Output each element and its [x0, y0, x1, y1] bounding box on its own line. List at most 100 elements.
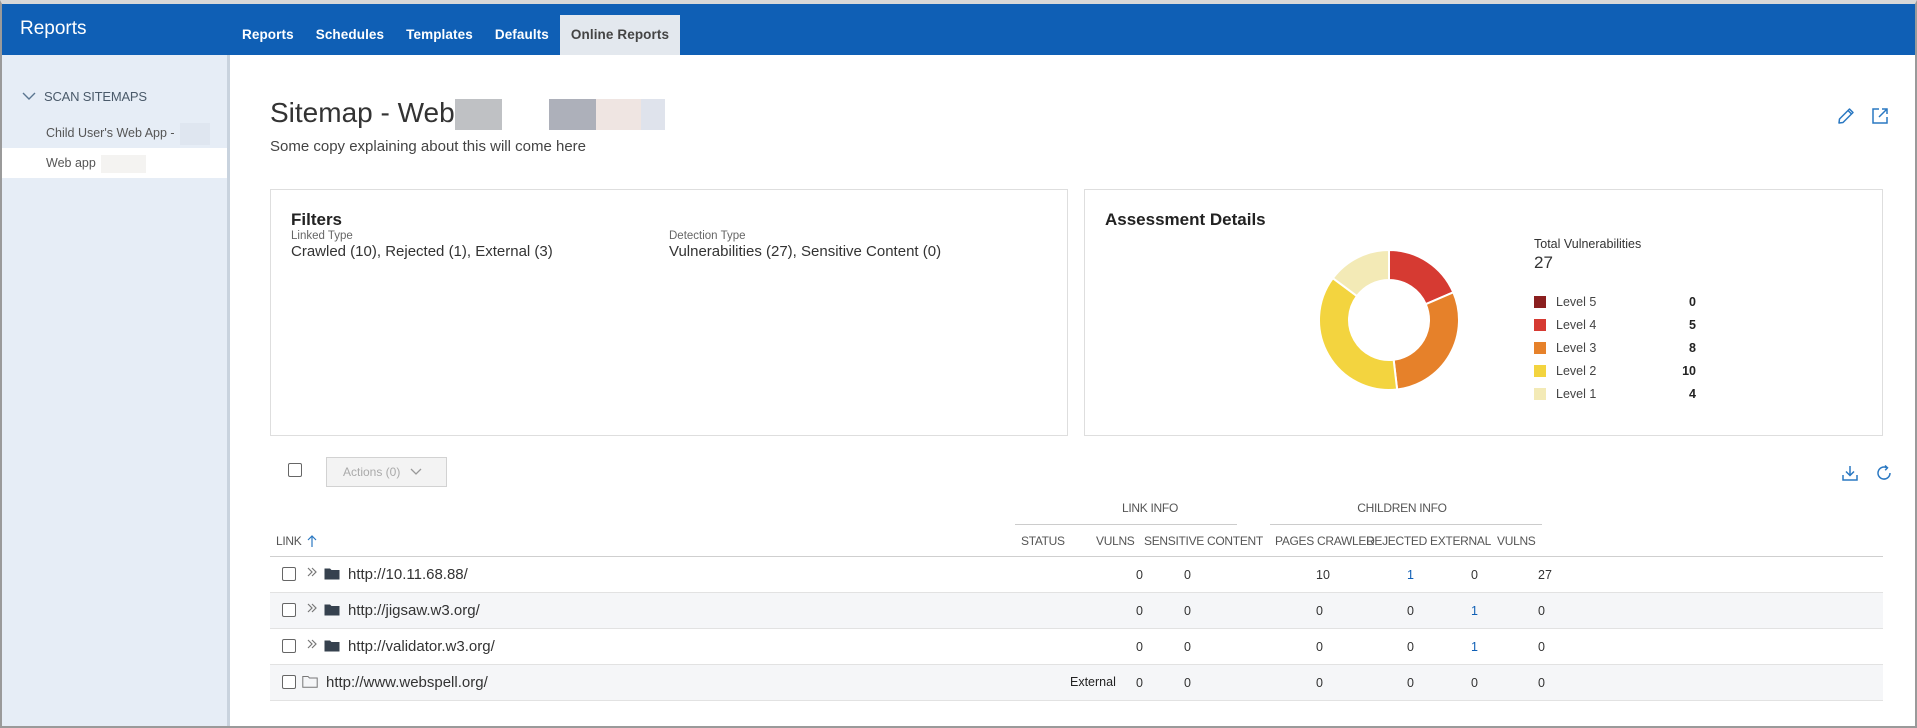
legend-row-level2: Level 2 10: [1534, 359, 1696, 382]
window-frame: Reports Reports Schedules Templates Defa…: [0, 0, 1917, 728]
row-sensitive: 0: [1184, 568, 1191, 582]
sidebar: SCAN SITEMAPS Child User's Web App - Web…: [2, 55, 230, 726]
row-external: 0: [1471, 676, 1478, 690]
legend-label: Level 3: [1556, 340, 1597, 355]
refresh-icon[interactable]: [1873, 462, 1895, 484]
filter-value: Crawled (10), Rejected (1), External (3): [291, 243, 553, 260]
tab-online-reports[interactable]: Online Reports: [559, 15, 681, 55]
assessment-title: Assessment Details: [1105, 210, 1266, 229]
legend-row-level1: Level 1 4: [1534, 382, 1696, 405]
download-icon[interactable]: [1839, 462, 1861, 484]
row-sensitive: 0: [1184, 604, 1191, 618]
top-nav-bar: Reports Reports Schedules Templates Defa…: [2, 4, 1915, 55]
sidebar-item-web-app[interactable]: Web app: [2, 148, 227, 178]
sidebar-item-label: Child User's Web App -: [46, 126, 175, 140]
severity-legend: Level 5 0 Level 4 5 Level 3 8 Level 2 10: [1534, 290, 1696, 405]
row-link[interactable]: http://validator.w3.org/: [348, 638, 495, 655]
tab-schedules[interactable]: Schedules: [305, 15, 395, 55]
row-vulns: 0: [1136, 604, 1143, 618]
open-external-icon[interactable]: [1869, 105, 1891, 127]
redacted-title-blocks: [455, 99, 665, 130]
table-row[interactable]: http://jigsaw.w3.org/ 0 0 0 0 1 0: [270, 593, 1883, 629]
app-title: Reports: [20, 18, 87, 39]
col-header-external[interactable]: EXTERNAL: [1430, 534, 1491, 548]
table-row[interactable]: http://validator.w3.org/ 0 0 0 0 1 0: [270, 629, 1883, 665]
page-subtitle: Some copy explaining about this will com…: [270, 138, 587, 155]
row-checkbox[interactable]: [282, 603, 296, 617]
double-chevron-right-icon[interactable]: [306, 566, 318, 578]
sidebar-section-scan-sitemaps[interactable]: SCAN SITEMAPS: [22, 89, 147, 104]
row-rejected: 0: [1407, 676, 1414, 690]
row-checkbox[interactable]: [282, 639, 296, 653]
row-rejected[interactable]: 1: [1407, 568, 1414, 582]
filter-detection-type: Detection Type Vulnerabilities (27), Sen…: [669, 230, 941, 260]
double-chevron-right-icon[interactable]: [306, 602, 318, 614]
row-child-vulns: 0: [1538, 676, 1545, 690]
col-header-vulns[interactable]: VULNS: [1096, 534, 1135, 548]
col-header-link[interactable]: LINK: [276, 534, 317, 548]
row-link[interactable]: http://www.webspell.org/: [326, 674, 488, 691]
row-status: External: [1070, 675, 1116, 689]
col-header-rejected[interactable]: REJECTED: [1366, 534, 1427, 548]
row-link[interactable]: http://10.11.68.88/: [348, 566, 468, 583]
vulnerability-donut-chart: [1319, 250, 1459, 390]
header-actions: [1835, 105, 1891, 127]
legend-label: Level 5: [1556, 294, 1597, 309]
legend-swatch: [1534, 341, 1546, 354]
filter-label: Linked Type: [291, 230, 353, 242]
actions-dropdown[interactable]: Actions (0): [326, 457, 447, 487]
legend-row-level5: Level 5 0: [1534, 290, 1696, 313]
total-vulns-label: Total Vulnerabilities: [1534, 237, 1642, 251]
legend-value: 5: [1689, 317, 1696, 332]
row-pages-crawled: 0: [1316, 604, 1323, 618]
row-child-vulns: 0: [1538, 604, 1545, 618]
select-all-checkbox[interactable]: [288, 463, 302, 477]
row-external: 0: [1471, 568, 1478, 582]
chevron-down-icon: [410, 468, 422, 475]
tab-reports[interactable]: Reports: [230, 15, 305, 55]
filter-value: Vulnerabilities (27), Sensitive Content …: [669, 243, 942, 260]
row-vulns: 0: [1136, 676, 1143, 690]
row-pages-crawled: 0: [1316, 640, 1323, 654]
legend-swatch: [1534, 364, 1546, 377]
legend-value: 8: [1689, 340, 1696, 355]
col-header-sensitive-content[interactable]: SENSITIVE CONTENT: [1144, 534, 1263, 548]
table-row[interactable]: http://10.11.68.88/ 0 0 10 1 0 27: [270, 557, 1883, 593]
row-pages-crawled: 10: [1316, 568, 1330, 582]
col-header-status[interactable]: STATUS: [1021, 534, 1065, 548]
donut-slice-level-3[interactable]: [1392, 290, 1459, 390]
main-tabs: Reports Schedules Templates Defaults Onl…: [230, 15, 681, 55]
folder-filled-icon: [324, 568, 340, 580]
tab-templates[interactable]: Templates: [395, 15, 484, 55]
sidebar-item-label: Web app: [46, 156, 96, 170]
row-link[interactable]: http://jigsaw.w3.org/: [348, 602, 480, 619]
redacted-block: [180, 122, 211, 145]
row-vulns: 0: [1136, 568, 1143, 582]
sidebar-section-label: SCAN SITEMAPS: [44, 89, 147, 104]
tab-defaults[interactable]: Defaults: [484, 15, 560, 55]
row-checkbox[interactable]: [282, 567, 296, 581]
legend-label: Level 4: [1556, 317, 1597, 332]
sort-ascending-icon: [308, 535, 317, 547]
group-divider: [1015, 524, 1237, 525]
table-row[interactable]: http://www.webspell.org/ External 0 0 0 …: [270, 665, 1883, 701]
row-rejected: 0: [1407, 604, 1414, 618]
legend-value: 10: [1682, 363, 1696, 378]
col-header-pages-crawled[interactable]: PAGES CRAWLED: [1275, 534, 1375, 548]
row-checkbox[interactable]: [282, 675, 296, 689]
redacted-block: [101, 154, 147, 173]
row-external[interactable]: 1: [1471, 640, 1478, 654]
row-rejected: 0: [1407, 640, 1414, 654]
total-vulns-value: 27: [1534, 253, 1553, 272]
filters-card: Filters Linked Type Crawled (10), Reject…: [270, 189, 1068, 436]
chevron-down-icon: [22, 92, 36, 100]
double-chevron-right-icon[interactable]: [306, 638, 318, 650]
edit-icon[interactable]: [1835, 105, 1857, 127]
folder-filled-icon: [324, 604, 340, 616]
page-title: Sitemap - Web: [270, 97, 455, 128]
row-external[interactable]: 1: [1471, 604, 1478, 618]
legend-row-level3: Level 3 8: [1534, 336, 1696, 359]
col-header-child-vulns[interactable]: VULNS: [1497, 534, 1536, 548]
sidebar-item-child-web-app[interactable]: Child User's Web App -: [2, 118, 227, 148]
folder-outline-icon: [302, 676, 318, 688]
